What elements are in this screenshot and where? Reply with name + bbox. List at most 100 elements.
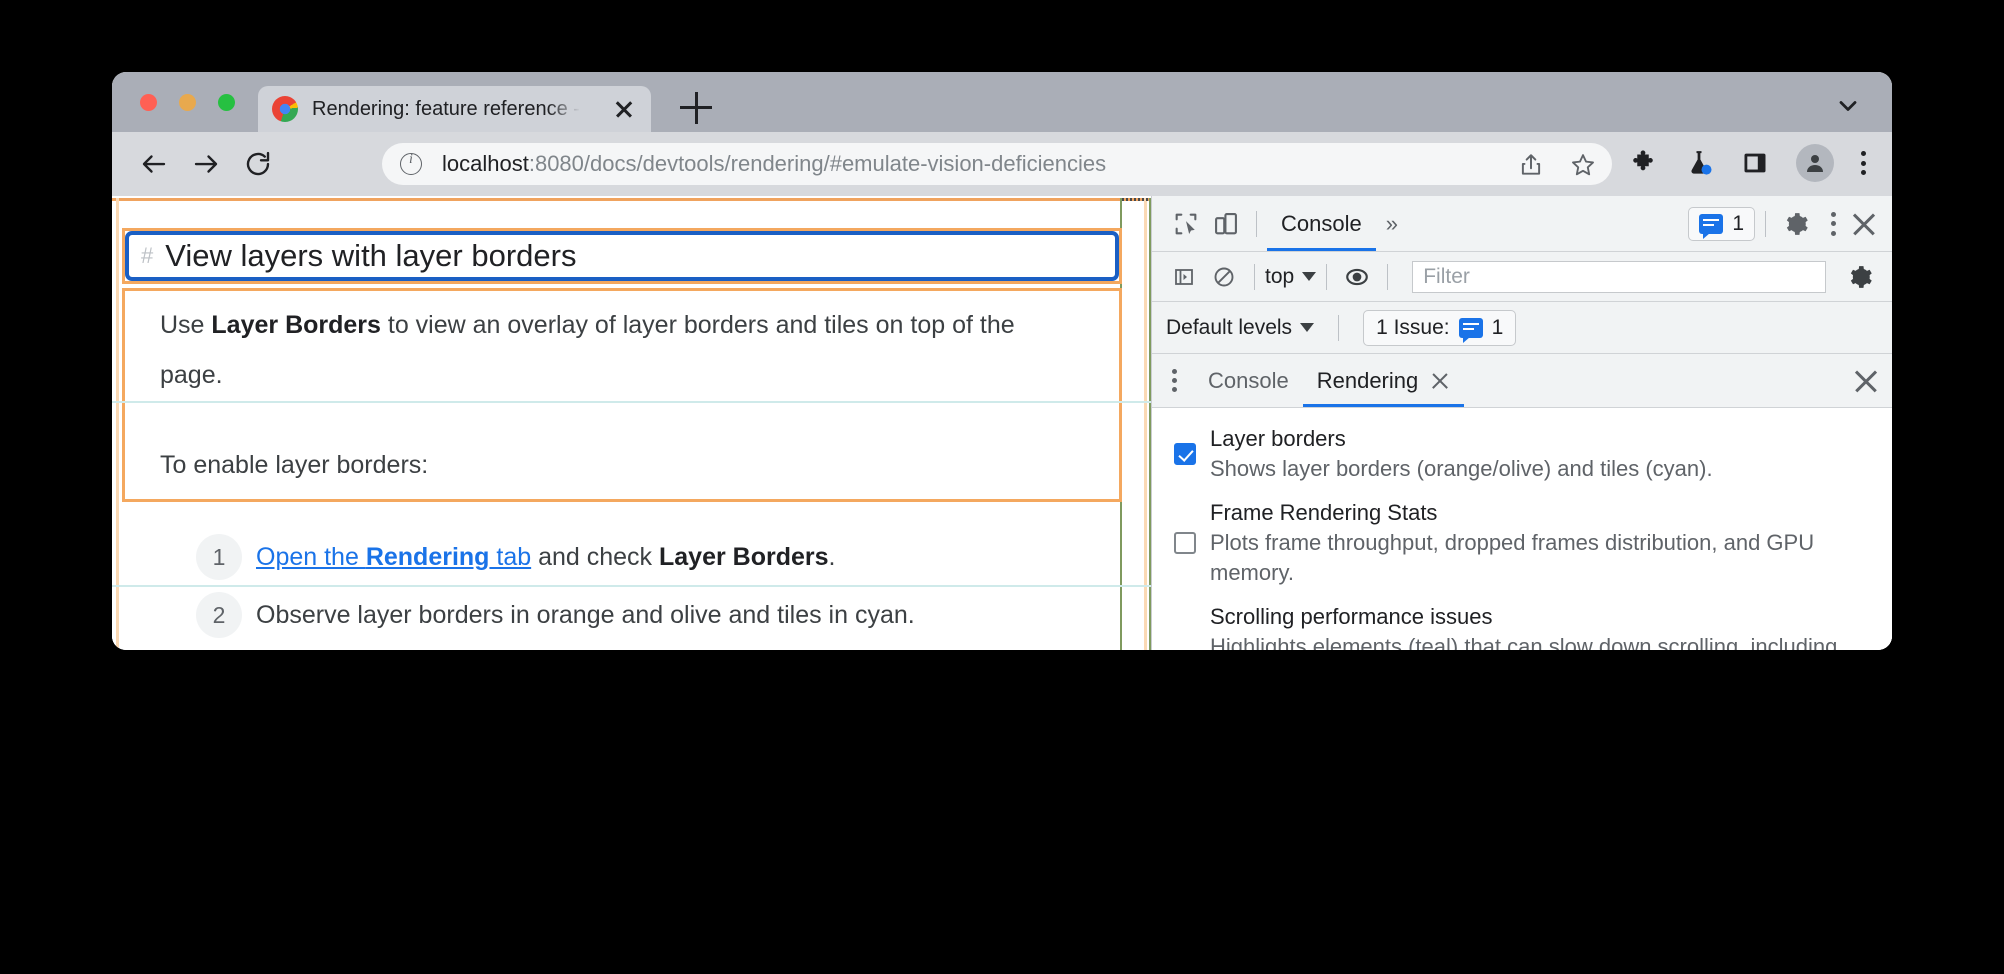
- url-host: localhost: [442, 151, 529, 176]
- clear-console-icon[interactable]: [1204, 257, 1244, 297]
- frame-rendering-stats-checkbox[interactable]: [1174, 532, 1196, 554]
- scrolling-performance-issues-description: Highlights elements (teal) that can slow…: [1210, 634, 1838, 650]
- side-panel-icon[interactable]: [1740, 148, 1770, 178]
- maximize-window-button[interactable]: [218, 94, 235, 111]
- divider: [1338, 314, 1340, 341]
- new-tab-button[interactable]: [680, 92, 712, 124]
- live-expression-eye-icon[interactable]: [1337, 257, 1377, 297]
- url-path: :8080/docs/devtools/rendering/#emulate-v…: [528, 151, 1107, 176]
- inspect-element-icon[interactable]: [1166, 204, 1206, 244]
- frame-rendering-stats-description: Plots frame throughput, dropped frames d…: [1210, 530, 1815, 585]
- chevron-down-icon[interactable]: [1834, 92, 1862, 120]
- info-circle-icon[interactable]: [400, 152, 422, 175]
- paragraph-1-pre: Use: [160, 311, 212, 339]
- rendering-option-layer-borders[interactable]: Layer borders Shows layer borders (orang…: [1152, 424, 1892, 484]
- divider: [1387, 263, 1389, 290]
- filter-input[interactable]: Filter: [1412, 260, 1826, 293]
- execution-context-select[interactable]: top: [1265, 264, 1317, 289]
- window-traffic-lights: [140, 94, 235, 111]
- close-rendering-tab-icon[interactable]: [1430, 371, 1450, 391]
- close-icon[interactable]: [613, 98, 635, 120]
- tab-console[interactable]: Console: [1267, 196, 1376, 251]
- layer-borders-description: Shows layer borders (orange/olive) and t…: [1210, 456, 1713, 481]
- paragraph-1: Use Layer Borders to view an overlay of …: [160, 300, 1080, 400]
- list-item-number: 1: [196, 534, 242, 580]
- chevron-down-icon: [1300, 323, 1315, 332]
- chevron-down-icon: [1302, 272, 1317, 281]
- anchor-hash-icon[interactable]: #: [141, 243, 153, 269]
- divider: [1256, 210, 1257, 237]
- divider: [1326, 263, 1328, 290]
- drawer-tab-rendering[interactable]: Rendering: [1303, 354, 1465, 407]
- issues-summary-label: 1 Issue:: [1376, 315, 1450, 339]
- chrome-menu-icon[interactable]: [1860, 148, 1866, 178]
- url-text: localhost:8080/docs/devtools/rendering/#…: [442, 151, 1106, 177]
- rendering-option-scrolling-performance-issues[interactable]: Scrolling performance issues Highlights …: [1152, 602, 1892, 650]
- close-window-button[interactable]: [140, 94, 157, 111]
- console-settings-gear-icon[interactable]: [1840, 257, 1880, 297]
- issues-count: 1: [1732, 211, 1744, 235]
- layer-borders-checkbox[interactable]: [1174, 443, 1196, 465]
- frame-rendering-stats-title: Frame Rendering Stats: [1210, 500, 1438, 525]
- page-heading[interactable]: # View layers with layer borders: [125, 231, 1119, 281]
- web-page-viewport: # View layers with layer borders Use Lay…: [112, 196, 1151, 650]
- reload-icon[interactable]: [236, 142, 280, 186]
- drawer-tab-bar: Console Rendering: [1152, 354, 1892, 408]
- profile-avatar-icon[interactable]: [1796, 144, 1834, 182]
- log-levels-select[interactable]: Default levels: [1166, 315, 1315, 340]
- issue-speech-bubble-icon: [1699, 213, 1724, 239]
- issue-speech-bubble-icon: [1458, 317, 1483, 343]
- extensions-icon[interactable]: [1628, 148, 1658, 178]
- list-item: 2 Observe layer borders in orange and ol…: [196, 586, 1126, 644]
- divider: [1254, 263, 1255, 290]
- list-item-text: Open the Rendering tab and check Layer B…: [256, 543, 835, 572]
- link-strong: Rendering: [365, 542, 490, 571]
- rendering-option-frame-rendering-stats[interactable]: Frame Rendering Stats Plots frame throug…: [1152, 498, 1892, 588]
- issues-badge[interactable]: 1: [1688, 206, 1755, 241]
- step-rest-strong: Layer Borders: [659, 542, 829, 571]
- browser-window: Rendering: feature reference - localhost…: [112, 72, 1892, 650]
- devtools-more-icon[interactable]: [1830, 209, 1836, 239]
- back-arrow-icon[interactable]: [132, 142, 176, 186]
- layer-border-right-edge: [1144, 198, 1147, 650]
- drawer-more-icon[interactable]: [1172, 369, 1178, 392]
- omnibox-actions: [1516, 150, 1598, 180]
- log-levels-value: Default levels: [1166, 315, 1293, 339]
- console-sidebar-icon[interactable]: [1164, 257, 1204, 297]
- devtools-panel: Console » 1 top Filter Default levels 1 …: [1151, 196, 1892, 650]
- address-bar[interactable]: localhost:8080/docs/devtools/rendering/#…: [382, 143, 1612, 185]
- issues-summary-badge[interactable]: 1 Issue: 1: [1363, 309, 1517, 346]
- paragraph-2: To enable layer borders:: [160, 451, 429, 479]
- scrolling-performance-issues-title: Scrolling performance issues: [1210, 604, 1493, 629]
- paragraph-1-strong: Layer Borders: [211, 311, 381, 339]
- gear-icon[interactable]: [1776, 204, 1816, 244]
- minimize-window-button[interactable]: [179, 94, 196, 111]
- rendering-tab-link[interactable]: Open the Rendering tab: [256, 543, 531, 571]
- forward-arrow-icon[interactable]: [184, 142, 228, 186]
- chrome-icon: [272, 96, 298, 122]
- tab-strip: Rendering: feature reference -: [112, 72, 1892, 132]
- browser-tab[interactable]: Rendering: feature reference -: [258, 86, 651, 132]
- layer-border-olive-right: [1149, 198, 1151, 650]
- issues-summary-count: 1: [1491, 315, 1504, 339]
- layer-border-dotted-top: [1122, 198, 1149, 201]
- share-icon[interactable]: [1516, 150, 1546, 180]
- devtools-top-bar: Console » 1: [1152, 196, 1892, 252]
- list-item-number: 2: [196, 592, 242, 638]
- execution-context-value: top: [1265, 264, 1295, 288]
- more-panels-icon[interactable]: »: [1376, 211, 1408, 237]
- close-drawer-icon[interactable]: [1852, 367, 1880, 395]
- link-pre: Open the: [256, 542, 366, 571]
- list-item: 1 Open the Rendering tab and check Layer…: [196, 528, 1126, 586]
- device-toolbar-icon[interactable]: [1206, 204, 1246, 244]
- experiments-flask-icon[interactable]: [1684, 148, 1714, 178]
- list-item-text: Observe layer borders in orange and oliv…: [256, 600, 915, 629]
- star-icon[interactable]: [1568, 150, 1598, 180]
- console-toolbar: top Filter: [1152, 252, 1892, 302]
- layer-borders-title: Layer borders: [1210, 426, 1346, 451]
- page-title: View layers with layer borders: [165, 238, 577, 273]
- divider: [1765, 210, 1766, 237]
- close-devtools-icon[interactable]: [1850, 210, 1878, 238]
- drawer-tab-console[interactable]: Console: [1194, 354, 1303, 407]
- ordered-step-list: 1 Open the Rendering tab and check Layer…: [196, 528, 1126, 644]
